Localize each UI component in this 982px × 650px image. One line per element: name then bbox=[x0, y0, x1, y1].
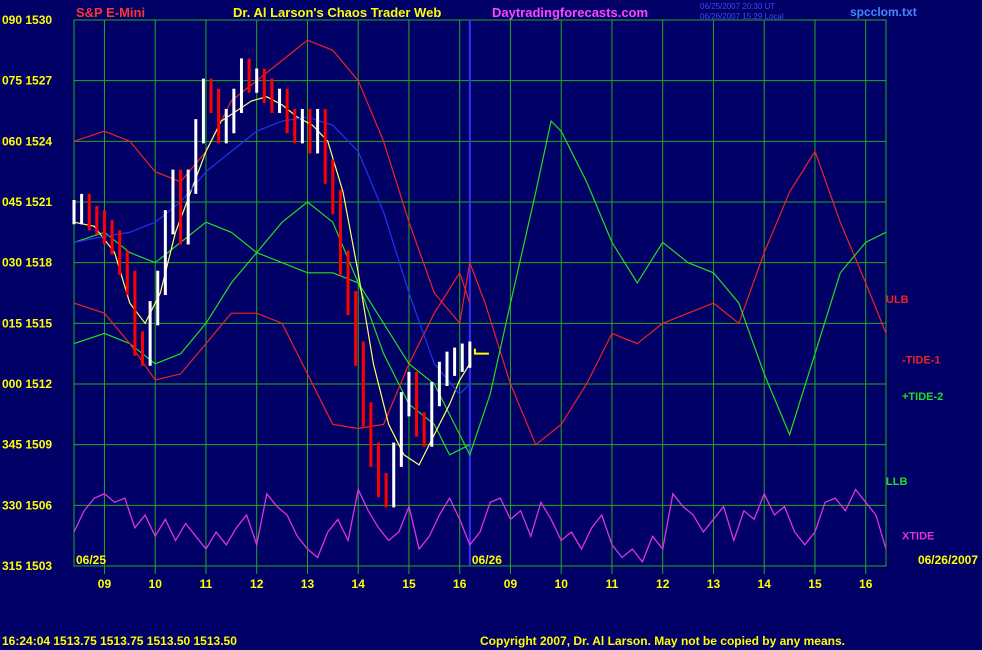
series-label: LLB bbox=[886, 476, 907, 488]
series-label: ULB bbox=[886, 294, 909, 306]
chart-canvas: S&P E-Mini Dr. Al Larson's Chaos Trader … bbox=[2, 2, 978, 648]
x-tick-label: 14 bbox=[758, 577, 772, 591]
x-tick-label: 12 bbox=[250, 577, 264, 591]
y-tick-label: 075 1527 bbox=[2, 74, 52, 88]
y-tick-label: 345 1509 bbox=[2, 438, 52, 452]
series-line-llb bbox=[73, 201, 471, 456]
y-tick-label: 090 1530 bbox=[2, 13, 52, 27]
date-label: 06/25 bbox=[76, 553, 106, 567]
grid bbox=[73, 19, 887, 574]
x-tick-label: 11 bbox=[200, 577, 213, 591]
series-label: XTIDE bbox=[902, 531, 934, 543]
x-tick-label: 16 bbox=[859, 577, 873, 591]
y-tick-label: 060 1524 bbox=[2, 134, 52, 148]
header-filename: spcclom.txt bbox=[850, 5, 917, 19]
footer-copyright: Copyright 2007, Dr. Al Larson. May not b… bbox=[480, 634, 845, 648]
y-tick-label: 015 1515 bbox=[2, 316, 52, 330]
y-tick-label: 045 1521 bbox=[2, 195, 52, 209]
forecast-marker bbox=[473, 348, 489, 355]
x-tick-label: 11 bbox=[606, 577, 619, 591]
header-stamp-line1: 06/25/2007 20:30 UT bbox=[700, 2, 775, 11]
series-label: +TIDE-2 bbox=[902, 391, 943, 403]
x-tick-label: 10 bbox=[149, 577, 163, 591]
x-tick-label: 10 bbox=[555, 577, 569, 591]
x-tick-label: 16 bbox=[453, 577, 467, 591]
series-line-slow-average bbox=[73, 116, 471, 395]
y-tick-label: 030 1518 bbox=[2, 256, 52, 270]
header-site: Daytradingforecasts.com bbox=[492, 5, 648, 20]
y-tick-label: 000 1512 bbox=[2, 377, 52, 391]
header-instrument: S&P E-Mini bbox=[76, 5, 145, 20]
footer-quote: 16:24:04 1513.75 1513.75 1513.50 1513.50 bbox=[2, 634, 237, 648]
x-tick-label: 09 bbox=[98, 577, 112, 591]
x-tick-label: 15 bbox=[402, 577, 416, 591]
x-tick-label: 13 bbox=[707, 577, 721, 591]
header-stamp-line2: 06/26/2007 15:29 Local bbox=[700, 12, 784, 21]
text-layer: S&P E-Mini Dr. Al Larson's Chaos Trader … bbox=[2, 2, 978, 648]
header-title: Dr. Al Larson's Chaos Trader Web bbox=[233, 5, 441, 20]
series-label: -TIDE-1 bbox=[902, 355, 941, 367]
x-tick-label: 09 bbox=[504, 577, 518, 591]
x-tick-label: 14 bbox=[352, 577, 366, 591]
price-bars bbox=[72, 58, 489, 508]
date-label: 06/26/2007 bbox=[918, 553, 978, 567]
x-tick-label: 12 bbox=[656, 577, 670, 591]
y-tick-label: 315 1503 bbox=[2, 559, 52, 573]
date-label: 06/26 bbox=[472, 553, 502, 567]
x-tick-label: 13 bbox=[301, 577, 315, 591]
x-tick-label: 15 bbox=[808, 577, 822, 591]
y-tick-label: 330 1506 bbox=[2, 498, 52, 512]
